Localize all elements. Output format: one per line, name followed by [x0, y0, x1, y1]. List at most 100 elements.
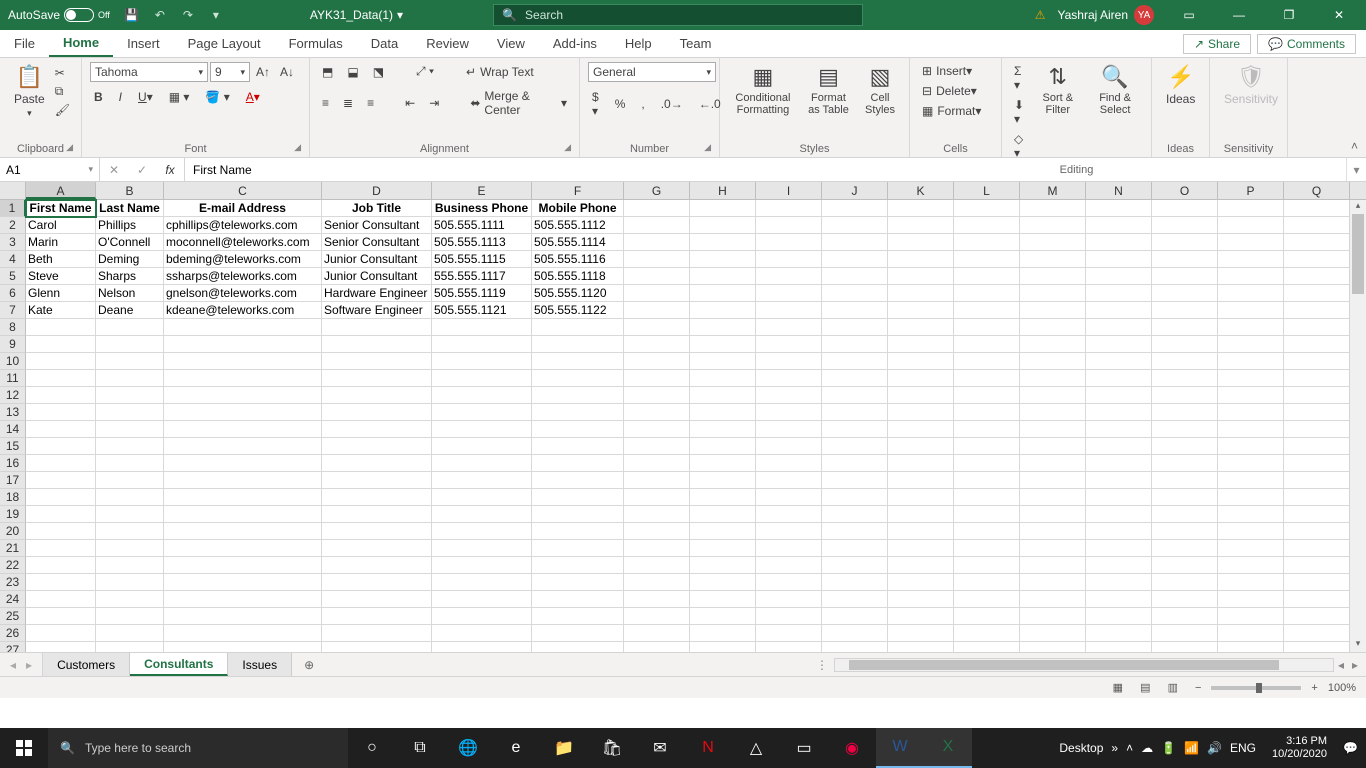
tab-home[interactable]: Home: [49, 30, 113, 57]
cell[interactable]: [532, 540, 624, 557]
cell[interactable]: [1284, 319, 1350, 336]
cell[interactable]: [432, 353, 532, 370]
cell[interactable]: [756, 642, 822, 652]
cell[interactable]: [1284, 251, 1350, 268]
cell[interactable]: Carol: [26, 217, 96, 234]
cell[interactable]: [1020, 285, 1086, 302]
cell[interactable]: [432, 642, 532, 652]
undo-icon[interactable]: ↶: [146, 0, 174, 30]
cell[interactable]: [1218, 302, 1284, 319]
task-view-icon[interactable]: ⧉: [396, 728, 444, 768]
name-box[interactable]: A1▾: [0, 158, 100, 181]
cell[interactable]: [624, 370, 690, 387]
cell[interactable]: [1218, 540, 1284, 557]
column-header[interactable]: J: [822, 182, 888, 199]
cell[interactable]: [432, 625, 532, 642]
cell[interactable]: [690, 234, 756, 251]
cell[interactable]: [888, 455, 954, 472]
cell[interactable]: [822, 268, 888, 285]
cell[interactable]: [954, 200, 1020, 217]
cell[interactable]: [954, 523, 1020, 540]
dialog-launcher-icon[interactable]: ◢: [704, 142, 711, 153]
align-right-icon[interactable]: ≡: [363, 94, 378, 112]
cell[interactable]: [532, 404, 624, 421]
cell[interactable]: [624, 625, 690, 642]
cell[interactable]: [954, 642, 1020, 652]
cell[interactable]: [26, 455, 96, 472]
cell[interactable]: [1086, 200, 1152, 217]
cell[interactable]: [624, 285, 690, 302]
cell[interactable]: [954, 608, 1020, 625]
cell[interactable]: [822, 200, 888, 217]
cell[interactable]: [26, 574, 96, 591]
cell[interactable]: [822, 285, 888, 302]
cell[interactable]: [432, 387, 532, 404]
cell[interactable]: [954, 370, 1020, 387]
tab-page-layout[interactable]: Page Layout: [174, 30, 275, 57]
cell[interactable]: [756, 438, 822, 455]
row-header[interactable]: 10: [0, 353, 26, 370]
cell[interactable]: [624, 336, 690, 353]
orientation-icon[interactable]: ⤢ ▾: [412, 62, 438, 81]
cell[interactable]: [1284, 217, 1350, 234]
filename[interactable]: AYK31_Data(1)▾: [310, 8, 403, 22]
find-select-button[interactable]: 🔍Find & Select: [1087, 62, 1143, 118]
cell[interactable]: [1218, 217, 1284, 234]
chrome-icon[interactable]: 🌐: [444, 728, 492, 768]
tab-help[interactable]: Help: [611, 30, 666, 57]
cell[interactable]: Deming: [96, 251, 164, 268]
sort-filter-button[interactable]: ⇅Sort & Filter: [1032, 62, 1083, 118]
cell[interactable]: [1152, 319, 1218, 336]
cell[interactable]: [1152, 438, 1218, 455]
cell[interactable]: [322, 608, 432, 625]
cell[interactable]: Junior Consultant: [322, 268, 432, 285]
cell[interactable]: [1086, 387, 1152, 404]
cell[interactable]: [954, 251, 1020, 268]
cell[interactable]: 505.555.1118: [532, 268, 624, 285]
cell[interactable]: [1020, 625, 1086, 642]
cell[interactable]: [954, 455, 1020, 472]
cell[interactable]: [432, 404, 532, 421]
copy-icon[interactable]: ⧉: [55, 84, 70, 99]
autosave-toggle[interactable]: [64, 8, 94, 22]
clock[interactable]: 3:16 PM 10/20/2020: [1264, 735, 1335, 761]
cell[interactable]: [690, 200, 756, 217]
cell[interactable]: [624, 217, 690, 234]
cell[interactable]: [624, 574, 690, 591]
enter-formula-icon[interactable]: ✓: [128, 163, 156, 177]
cell[interactable]: [532, 336, 624, 353]
cell[interactable]: [624, 387, 690, 404]
cell[interactable]: [1020, 455, 1086, 472]
zoom-in-icon[interactable]: +: [1311, 682, 1317, 694]
column-header[interactable]: D: [322, 182, 432, 199]
cell[interactable]: [26, 421, 96, 438]
sheet-tab-issues[interactable]: Issues: [228, 653, 292, 676]
store-icon[interactable]: 🛍: [588, 728, 636, 768]
cell[interactable]: Mobile Phone: [532, 200, 624, 217]
scrollbar-thumb[interactable]: [849, 660, 1279, 670]
cell[interactable]: [1152, 251, 1218, 268]
app-icon[interactable]: ▭: [780, 728, 828, 768]
row-header[interactable]: 23: [0, 574, 26, 591]
tab-formulas[interactable]: Formulas: [275, 30, 357, 57]
cell[interactable]: [26, 591, 96, 608]
cell[interactable]: [26, 319, 96, 336]
cell[interactable]: [756, 268, 822, 285]
cell[interactable]: [1284, 591, 1350, 608]
cell[interactable]: [1152, 642, 1218, 652]
cell[interactable]: [888, 625, 954, 642]
cell[interactable]: [164, 353, 322, 370]
cell[interactable]: [822, 540, 888, 557]
cell[interactable]: [1152, 404, 1218, 421]
cell[interactable]: [624, 523, 690, 540]
cell[interactable]: [164, 404, 322, 421]
cell[interactable]: [624, 251, 690, 268]
cell[interactable]: [1152, 200, 1218, 217]
cell[interactable]: [822, 302, 888, 319]
cell[interactable]: [822, 642, 888, 652]
row-header[interactable]: 8: [0, 319, 26, 336]
cell[interactable]: [164, 625, 322, 642]
cell[interactable]: [1086, 489, 1152, 506]
cell[interactable]: [1218, 370, 1284, 387]
insert-cells-button[interactable]: ⊞ Insert ▾: [918, 62, 976, 80]
